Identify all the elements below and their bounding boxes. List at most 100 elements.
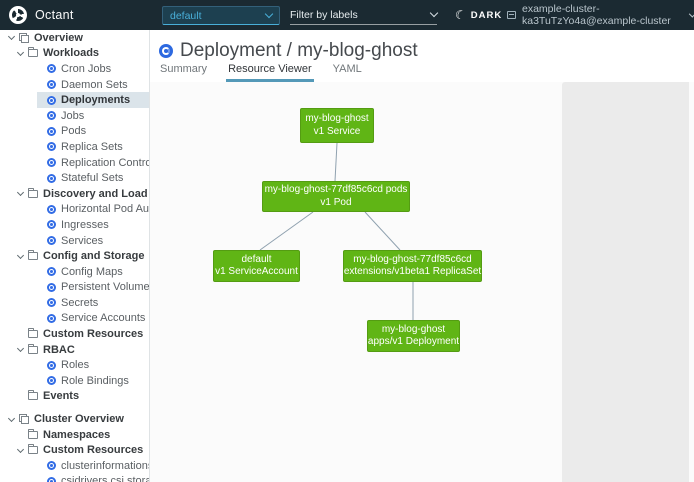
tab-resource-viewer[interactable]: Resource Viewer [226, 63, 314, 82]
sidebar-item-cron-jobs[interactable]: Cron Jobs [0, 61, 149, 77]
service-node[interactable]: my-blog-ghostv1 Service [300, 108, 374, 143]
folder-icon [28, 190, 38, 198]
node-label-line: apps/v1 Deployment [368, 336, 459, 349]
sidebar-item-overview[interactable]: Overview [0, 30, 149, 46]
replicaset-node[interactable]: my-blog-ghost-77df85c6cdextensions/v1bet… [343, 250, 482, 282]
sidebar-item-label: Roles [61, 359, 89, 371]
label-filter [290, 5, 437, 25]
main-content: Deployment / my-blog-ghost SummaryResour… [150, 30, 694, 482]
label-filter-input[interactable] [290, 9, 431, 21]
octant-logo-icon [9, 6, 27, 24]
chevron-down-icon[interactable] [15, 348, 25, 351]
sidebar-item-label: Daemon Sets [61, 79, 128, 91]
pod-node[interactable]: my-blog-ghost-77df85c6cd podsv1 Pod [262, 181, 410, 212]
graph-edge [335, 143, 337, 181]
chevron-down-icon[interactable] [6, 418, 16, 421]
cluster-context-selector[interactable]: example-cluster-ka3TuTzYo4a@example-clus… [507, 0, 694, 30]
folder-icon [28, 392, 38, 400]
folder-icon [28, 431, 38, 439]
sidebar-item-label: Config and Storage [43, 250, 144, 262]
app-brand[interactable]: Octant [9, 6, 74, 24]
sidebar-item-replication-controllers[interactable]: Replication Controllers [0, 155, 149, 171]
sidebar-item-rbac[interactable]: RBAC [0, 342, 149, 358]
tab-bar: Summary Resource Viewer YAML [158, 66, 381, 82]
resource-icon [47, 96, 56, 105]
resource-icon [47, 267, 56, 276]
sidebar-item-config-and-storage[interactable]: Config and Storage [0, 248, 149, 264]
resource-icon [47, 174, 56, 183]
sidebar-item-clusterinformations-crd-projec[interactable]: clusterinformations.crd.projec [0, 458, 149, 474]
folder-icon [28, 346, 38, 354]
chevron-down-icon[interactable] [6, 36, 16, 39]
chevron-down-icon[interactable] [15, 449, 25, 452]
resource-icon [47, 158, 56, 167]
app-name: Octant [35, 8, 74, 22]
sidebar-item-cluster-overview[interactable]: Cluster Overview [0, 411, 149, 427]
sidebar-item-config-maps[interactable]: Config Maps [0, 264, 149, 280]
folder-icon [28, 252, 38, 260]
resource-icon [47, 220, 56, 229]
resource-icon [47, 80, 56, 89]
sidebar-item-label: Persistent Volume Claims [61, 281, 150, 293]
cluster-icon [507, 11, 516, 19]
sidebar-item-label: Config Maps [61, 266, 123, 278]
chevron-down-icon[interactable] [15, 192, 25, 195]
sidebar-item-ingresses[interactable]: Ingresses [0, 217, 149, 233]
node-label-line: v1 ServiceAccount [215, 266, 298, 279]
sidebar-item-discovery-and-load-balancing[interactable]: Discovery and Load Balancing [0, 186, 149, 202]
sidebar-item-deployments[interactable]: Deployments [0, 92, 149, 108]
sidebar-item-label: Overview [34, 32, 83, 44]
node-label-line: default [241, 254, 271, 267]
namespace-select-value: default [170, 10, 202, 22]
sidebar-item-label: Cluster Overview [34, 413, 124, 425]
sidebar-item-label: RBAC [43, 344, 75, 356]
resource-icon [47, 361, 56, 370]
sidebar-item-role-bindings[interactable]: Role Bindings [0, 373, 149, 389]
theme-toggle-label: DARK [471, 10, 502, 21]
cluster-context-label: example-cluster-ka3TuTzYo4a@example-clus… [522, 3, 684, 27]
sidebar-item-pods[interactable]: Pods [0, 124, 149, 140]
sidebar-item-events[interactable]: Events [0, 389, 149, 405]
sidebar-item-workloads[interactable]: Workloads [0, 46, 149, 62]
sidebar-item-service-accounts[interactable]: Service Accounts [0, 311, 149, 327]
sidebar-item-namespaces[interactable]: Namespaces [0, 427, 149, 443]
tab-summary[interactable]: Summary [158, 63, 209, 82]
tab-yaml[interactable]: YAML [331, 63, 364, 82]
sidebar-item-label: Workloads [43, 47, 99, 59]
sidebar-item-stateful-sets[interactable]: Stateful Sets [0, 170, 149, 186]
sidebar-item-csidrivers-csi-storage-k8s-io[interactable]: csidrivers.csi.storage.k8s.io [0, 474, 149, 482]
sidebar-item-services[interactable]: Services [0, 233, 149, 249]
chevron-down-icon[interactable] [15, 52, 25, 55]
sidebar-item-jobs[interactable]: Jobs [0, 108, 149, 124]
sidebar-item-secrets[interactable]: Secrets [0, 295, 149, 311]
sidebar-item-label: Horizontal Pod Autoscalers [61, 203, 150, 215]
overview-icon [19, 414, 29, 424]
sidebar-item-label: Ingresses [61, 219, 109, 231]
graph-edge [365, 212, 400, 250]
deployment-node[interactable]: my-blog-ghostapps/v1 Deployment [367, 320, 460, 352]
node-label-line: my-blog-ghost [305, 113, 368, 126]
sidebar-item-persistent-volume-claims[interactable]: Persistent Volume Claims [0, 280, 149, 296]
resource-icon [47, 461, 56, 470]
resource-icon [47, 283, 56, 292]
folder-icon [28, 330, 38, 338]
sidebar-item-label: Discovery and Load Balancing [43, 188, 150, 200]
sidebar-item-custom-resources[interactable]: Custom Resources [0, 442, 149, 458]
namespace-select[interactable]: default [162, 6, 280, 25]
serviceaccount-node[interactable]: defaultv1 ServiceAccount [213, 250, 300, 282]
sidebar-item-replica-sets[interactable]: Replica Sets [0, 139, 149, 155]
node-label-line: v1 Pod [320, 197, 351, 210]
sidebar-item-custom-resources[interactable]: Custom Resources [0, 326, 149, 342]
sidebar-item-label: Replica Sets [61, 141, 123, 153]
folder-icon [28, 49, 38, 57]
sidebar-item-label: Custom Resources [43, 444, 143, 456]
sidebar-item-label: Stateful Sets [61, 172, 123, 184]
sidebar-nav: Overview Workloads Cron Jobs Daemon SetsDep… [0, 30, 150, 482]
sidebar-item-roles[interactable]: Roles [0, 357, 149, 373]
chevron-down-icon[interactable] [15, 255, 25, 258]
sidebar-item-horizontal-pod-autoscalers[interactable]: Horizontal Pod Autoscalers [0, 202, 149, 218]
dark-theme-toggle[interactable]: ☾ DARK [455, 0, 502, 30]
sidebar-item-label: csidrivers.csi.storage.k8s.io [61, 475, 150, 482]
folder-icon [28, 446, 38, 454]
sidebar-item-daemon-sets[interactable]: Daemon Sets [0, 77, 149, 93]
